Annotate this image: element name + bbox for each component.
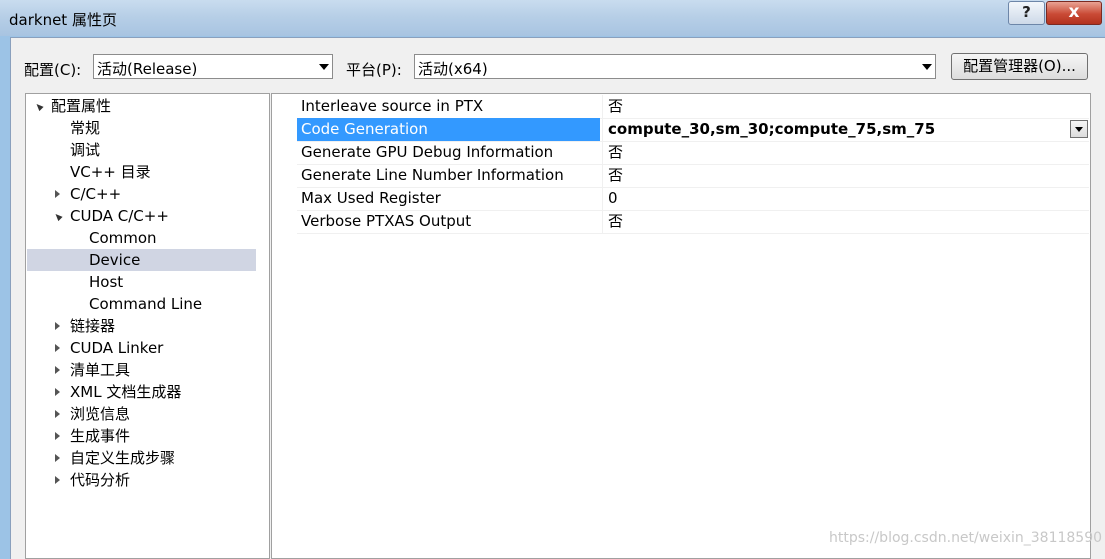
property-name[interactable]: Generate Line Number Information xyxy=(297,164,600,187)
tree-item[interactable]: 配置属性 xyxy=(27,95,256,117)
platform-combo[interactable]: 活动(x64) xyxy=(414,54,936,79)
tree-item-label: CUDA C/C++ xyxy=(70,207,169,225)
config-combo[interactable]: 活动(Release) xyxy=(93,54,333,79)
tree-item-label: Common xyxy=(89,229,157,247)
tree-item-label: 常规 xyxy=(70,119,101,137)
tree-item[interactable]: VC++ 目录 xyxy=(27,161,256,183)
property-name[interactable]: Code Generation xyxy=(297,118,600,141)
tree-item-label: Command Line xyxy=(89,295,203,313)
property-value[interactable]: 否 xyxy=(602,164,1089,187)
tree-item[interactable]: 调试 xyxy=(27,139,256,161)
collapsed-triangle-icon[interactable] xyxy=(55,344,60,352)
chevron-down-icon xyxy=(319,64,329,70)
property-row[interactable]: Code Generation compute_30,sm_30;compute_… xyxy=(297,118,1089,142)
property-tree[interactable]: 配置属性常规调试 VC++ 目录 C/C++ CUDA C/C++ Common Devi… xyxy=(25,93,270,559)
collapsed-triangle-icon[interactable] xyxy=(55,366,60,374)
title-bar: darknet 属性页 ? x xyxy=(0,0,1105,36)
tree-item[interactable]: Device xyxy=(27,249,256,271)
tree-item[interactable]: C/C++ xyxy=(27,183,256,205)
tree-item[interactable]: 自定义生成步骤 xyxy=(27,447,256,469)
property-value[interactable]: compute_30,sm_30;compute_75,sm_75 xyxy=(602,118,1089,141)
property-row[interactable]: Generate Line Number Information 否 xyxy=(297,164,1089,188)
property-row[interactable]: Interleave source in PTX 否 xyxy=(297,95,1089,119)
property-name[interactable]: Interleave source in PTX xyxy=(297,95,600,118)
tree-item[interactable]: 常规 xyxy=(27,117,256,139)
property-name[interactable]: Generate GPU Debug Information xyxy=(297,141,600,164)
property-name[interactable]: Max Used Register xyxy=(297,187,600,210)
tree-item-label: 调试 xyxy=(70,141,101,159)
collapsed-triangle-icon[interactable] xyxy=(55,322,60,330)
property-value[interactable]: 否 xyxy=(602,210,1089,233)
platform-combo-value: 活动(x64) xyxy=(418,60,488,78)
tree-item-label: 链接器 xyxy=(70,317,116,335)
property-value[interactable]: 否 xyxy=(602,141,1089,164)
property-value[interactable]: 0 xyxy=(602,187,1089,210)
tree-item-label: 配置属性 xyxy=(51,97,112,115)
collapsed-triangle-icon[interactable] xyxy=(55,410,60,418)
tree-item[interactable]: CUDA C/C++ xyxy=(27,205,256,227)
expanded-triangle-icon[interactable] xyxy=(53,211,63,222)
tree-item-label: 浏览信息 xyxy=(70,405,131,423)
config-combo-value: 活动(Release) xyxy=(97,60,198,78)
tree-item[interactable]: Common xyxy=(27,227,256,249)
platform-label: 平台(P): xyxy=(346,61,402,79)
collapsed-triangle-icon[interactable] xyxy=(55,476,60,484)
tree-item[interactable]: CUDA Linker xyxy=(27,337,256,359)
tree-item-label: 生成事件 xyxy=(70,427,131,445)
tree-item-label: XML 文档生成器 xyxy=(70,383,182,401)
watermark-text: https://blog.csdn.net/weixin_38118590 xyxy=(829,530,1103,546)
chevron-down-icon xyxy=(922,64,932,70)
collapsed-triangle-icon[interactable] xyxy=(55,454,60,462)
close-button[interactable]: x xyxy=(1046,1,1102,25)
property-value[interactable]: 否 xyxy=(602,95,1089,118)
tree-item[interactable]: Host xyxy=(27,271,256,293)
tree-item-label: VC++ 目录 xyxy=(70,163,151,181)
property-name[interactable]: Verbose PTXAS Output xyxy=(297,210,600,233)
help-button[interactable]: ? xyxy=(1008,1,1045,25)
collapsed-triangle-icon[interactable] xyxy=(55,432,60,440)
property-row[interactable]: Generate GPU Debug Information 否 xyxy=(297,141,1089,165)
property-grid[interactable]: Interleave source in PTX 否 Code Generation… xyxy=(271,93,1091,559)
window-title: darknet 属性页 xyxy=(9,11,117,29)
collapsed-triangle-icon[interactable] xyxy=(55,190,60,198)
tree-item[interactable]: 清单工具 xyxy=(27,359,256,381)
tree-item[interactable]: Command Line xyxy=(27,293,256,315)
config-label: 配置(C): xyxy=(24,61,82,79)
dialog-client-area: 配置(C): 活动(Release) 平台(P): 活动(x64) 配置管理器(… xyxy=(10,37,1105,559)
tree-item[interactable]: XML 文档生成器 xyxy=(27,381,256,403)
tree-item-label: Host xyxy=(89,273,124,291)
collapsed-triangle-icon[interactable] xyxy=(55,388,60,396)
tree-item-label: 自定义生成步骤 xyxy=(70,449,176,467)
config-manager-button[interactable]: 配置管理器(O)... xyxy=(951,53,1088,80)
tree-item-label: 清单工具 xyxy=(70,361,131,379)
tree-item-label: 代码分析 xyxy=(70,471,131,489)
expanded-triangle-icon[interactable] xyxy=(34,101,44,112)
property-row[interactable]: Verbose PTXAS Output 否 xyxy=(297,210,1089,234)
tree-item[interactable]: 生成事件 xyxy=(27,425,256,447)
tree-item[interactable]: 浏览信息 xyxy=(27,403,256,425)
tree-item-label: CUDA Linker xyxy=(70,339,164,357)
tree-item[interactable]: 代码分析 xyxy=(27,469,256,491)
tree-item-label: Device xyxy=(89,251,141,269)
value-dropdown-button[interactable] xyxy=(1070,120,1088,138)
tree-item[interactable]: 链接器 xyxy=(27,315,256,337)
tree-item-label: C/C++ xyxy=(70,185,122,203)
property-row[interactable]: Max Used Register 0 xyxy=(297,187,1089,211)
